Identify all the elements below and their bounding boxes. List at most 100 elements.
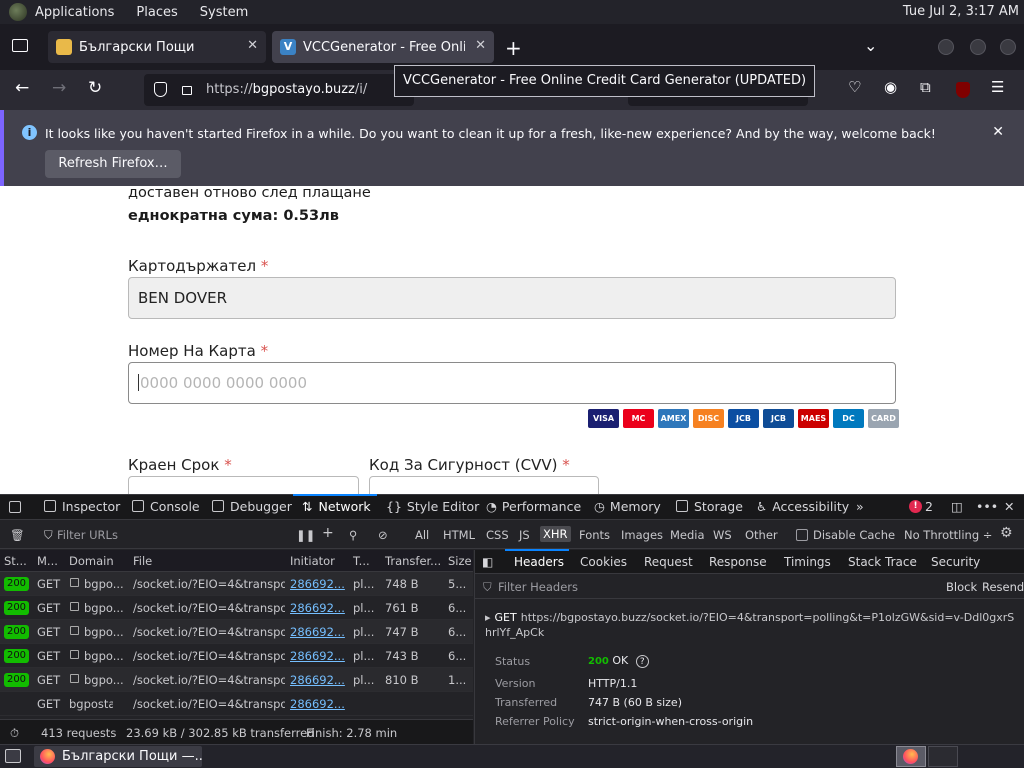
maximize-window-icon[interactable] — [970, 39, 986, 55]
search-icon[interactable]: ⚲ — [349, 528, 357, 542]
filter-urls-input[interactable]: Filter URLs — [57, 528, 118, 542]
cell-initiator[interactable]: 286692... — [290, 697, 348, 711]
table-row[interactable]: GET bgposta... /socket.io/?EIO=4&transport… — [0, 692, 473, 716]
tab-response[interactable]: Response — [709, 555, 767, 569]
col-file[interactable]: File — [133, 554, 152, 568]
card-number-input[interactable]: 0000 0000 0000 0000 — [128, 362, 896, 404]
tab-memory[interactable]: ◷ Memory — [594, 499, 661, 514]
table-row[interactable]: 200 GET bgpo... /socket.io/?EIO=4&transport… — [0, 572, 473, 596]
col-initiator[interactable]: Initiator — [290, 554, 335, 568]
expiry-input[interactable] — [128, 476, 359, 494]
cell-initiator[interactable]: 286692... — [290, 649, 348, 663]
minimize-window-icon[interactable] — [938, 39, 954, 55]
options-icon[interactable]: ••• — [976, 499, 998, 514]
tracking-protection-icon[interactable] — [154, 82, 167, 97]
close-devtools-icon[interactable]: ✕ — [1004, 499, 1014, 514]
close-tab-icon[interactable]: ✕ — [247, 38, 258, 53]
col-method[interactable]: M... — [37, 554, 58, 568]
filter-all[interactable]: All — [415, 528, 429, 542]
lock-icon[interactable] — [182, 86, 192, 95]
cell-initiator[interactable]: 286692... — [290, 577, 348, 591]
tab-accessibility[interactable]: ♿ Accessibility — [756, 499, 849, 514]
firefox-view-icon[interactable] — [12, 39, 28, 52]
filter-html[interactable]: HTML — [443, 528, 475, 542]
tab-timings[interactable]: Timings — [784, 555, 831, 569]
new-tab-icon[interactable]: + — [505, 36, 522, 60]
table-row[interactable]: 200 GET bgpo... /socket.io/?EIO=4&transport… — [0, 644, 473, 668]
back-icon[interactable]: ← — [15, 78, 29, 98]
show-desktop-icon[interactable] — [5, 749, 21, 763]
places-menu[interactable]: Places — [136, 5, 177, 20]
applications-menu[interactable]: Applications — [35, 5, 114, 20]
dock-icon[interactable]: ◫ — [951, 499, 963, 514]
filter-fonts[interactable]: Fonts — [579, 528, 610, 542]
col-size[interactable]: Size — [448, 554, 472, 568]
expand-icon[interactable]: ▸ — [485, 611, 491, 624]
filter-xhr[interactable]: XHR — [540, 526, 571, 542]
filter-css[interactable]: CSS — [486, 528, 509, 542]
taskbar-window-firefox[interactable]: Български Пощи —... — [34, 746, 202, 767]
url-bar[interactable]: https://bgpostayo.buzz/i/ — [144, 74, 414, 106]
cell-initiator[interactable]: 286692... — [290, 673, 348, 687]
table-row[interactable]: 200 GET bgpo... /socket.io/?EIO=4&transport… — [0, 596, 473, 620]
reload-icon[interactable]: ↻ — [88, 78, 102, 98]
url-text[interactable]: https://bgpostayo.buzz/i/ — [206, 82, 367, 97]
more-tabs-icon[interactable]: » — [856, 499, 864, 514]
tab-console[interactable]: Console — [132, 499, 200, 514]
tab-inspector[interactable]: Inspector — [44, 499, 120, 514]
close-tab-icon[interactable]: ✕ — [475, 38, 486, 53]
extensions-icon[interactable]: ⧉ — [920, 78, 931, 96]
close-window-icon[interactable] — [1000, 39, 1016, 55]
tab-headers[interactable]: Headers — [514, 555, 564, 569]
error-icon[interactable]: ! — [909, 500, 922, 513]
filter-media[interactable]: Media — [670, 528, 705, 542]
filter-images[interactable]: Images — [621, 528, 663, 542]
clock[interactable]: Tue Jul 2, 3:17 AM — [903, 4, 1019, 19]
close-icon[interactable]: ✕ — [992, 124, 1004, 140]
tab-security[interactable]: Security — [931, 555, 980, 569]
tab-vccgenerator[interactable]: V VCCGenerator - Free Online ✕ — [272, 31, 494, 63]
col-transferred[interactable]: Transfer... — [385, 554, 441, 568]
throttling-select[interactable]: No Throttling ÷ — [904, 528, 992, 542]
tab-bulgarian-post[interactable]: Български Пощи ✕ — [48, 31, 266, 63]
list-tabs-icon[interactable]: ⌄ — [864, 36, 877, 55]
tab-cookies[interactable]: Cookies — [580, 555, 627, 569]
table-row[interactable]: 200 GET bgpo... /socket.io/?EIO=4&transport… — [0, 620, 473, 644]
system-menu[interactable]: System — [200, 5, 248, 20]
add-icon[interactable]: + — [322, 525, 334, 541]
menu-icon[interactable]: ☰ — [991, 78, 1004, 96]
tab-storage[interactable]: Storage — [676, 499, 743, 514]
request-url[interactable]: https://bgpostayo.buzz/socket.io/?EIO=4&… — [485, 611, 1014, 639]
ublock-icon[interactable] — [956, 82, 970, 98]
applications-icon[interactable] — [9, 3, 27, 21]
disable-cache-label[interactable]: Disable Cache — [813, 528, 895, 542]
cardholder-input[interactable]: BEN DOVER — [128, 277, 896, 319]
settings-gear-icon[interactable]: ⚙ — [1000, 525, 1013, 541]
pick-element-icon[interactable] — [9, 501, 21, 513]
col-type[interactable]: T... — [353, 554, 370, 568]
resend-button[interactable]: Resend — [982, 580, 1024, 594]
block-icon[interactable]: ⊘ — [378, 528, 388, 542]
tab-performance[interactable]: ◔ Performance — [486, 499, 581, 514]
forward-icon[interactable]: → — [52, 78, 66, 98]
table-row[interactable]: 200 GET bgpo... /socket.io/?EIO=4&transport… — [0, 668, 473, 692]
error-count[interactable]: 2 — [925, 499, 933, 514]
pocket-icon[interactable]: ♡ — [848, 78, 861, 96]
help-icon[interactable]: ? — [635, 655, 649, 668]
filter-other[interactable]: Other — [745, 528, 778, 542]
tab-stack-trace[interactable]: Stack Trace — [848, 555, 917, 569]
cell-initiator[interactable]: 286692... — [290, 601, 348, 615]
tab-style-editor[interactable]: {} Style Editor — [386, 499, 479, 514]
disable-cache-checkbox[interactable] — [796, 529, 808, 541]
filter-headers-input[interactable]: Filter Headers — [498, 580, 578, 594]
filter-js[interactable]: JS — [519, 528, 530, 542]
filter-ws[interactable]: WS — [713, 528, 732, 542]
refresh-firefox-button[interactable]: Refresh Firefox… — [45, 150, 181, 178]
block-button[interactable]: Block — [946, 580, 977, 594]
col-domain[interactable]: Domain — [69, 554, 114, 568]
tab-request[interactable]: Request — [644, 555, 693, 569]
account-icon[interactable]: ◉ — [884, 78, 897, 96]
trash-icon[interactable]: 🗑 — [10, 528, 25, 542]
workspace-2[interactable] — [928, 746, 958, 767]
tab-debugger[interactable]: Debugger — [212, 499, 292, 514]
